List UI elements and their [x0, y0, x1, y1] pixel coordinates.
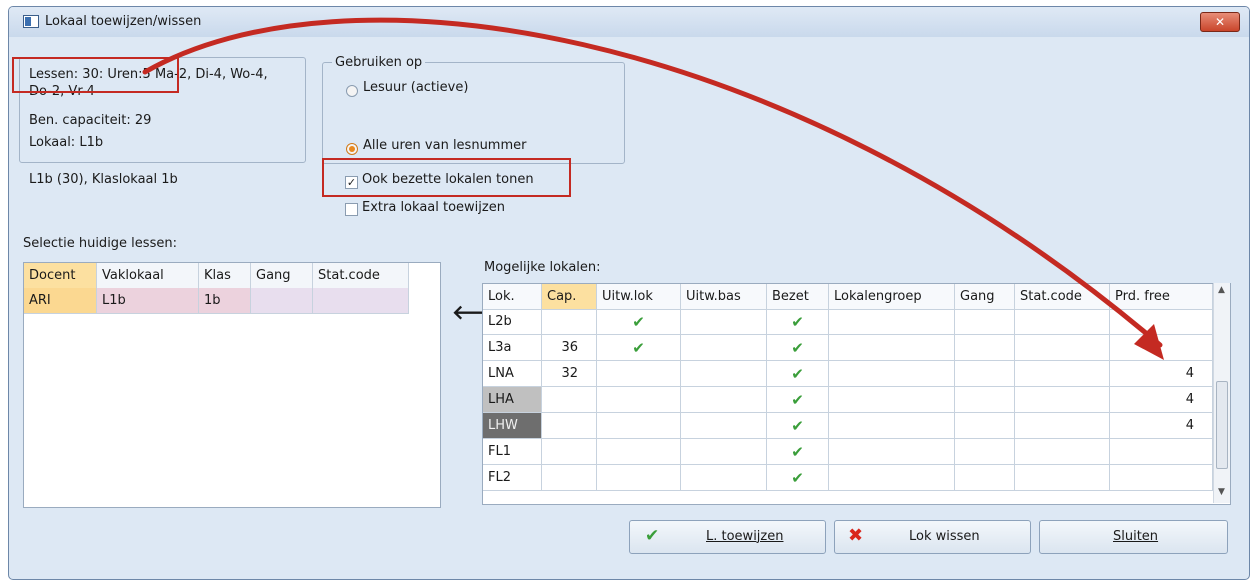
- annotation-arrow: [142, 17, 1164, 360]
- annotation-arrow-path: [142, 17, 1163, 348]
